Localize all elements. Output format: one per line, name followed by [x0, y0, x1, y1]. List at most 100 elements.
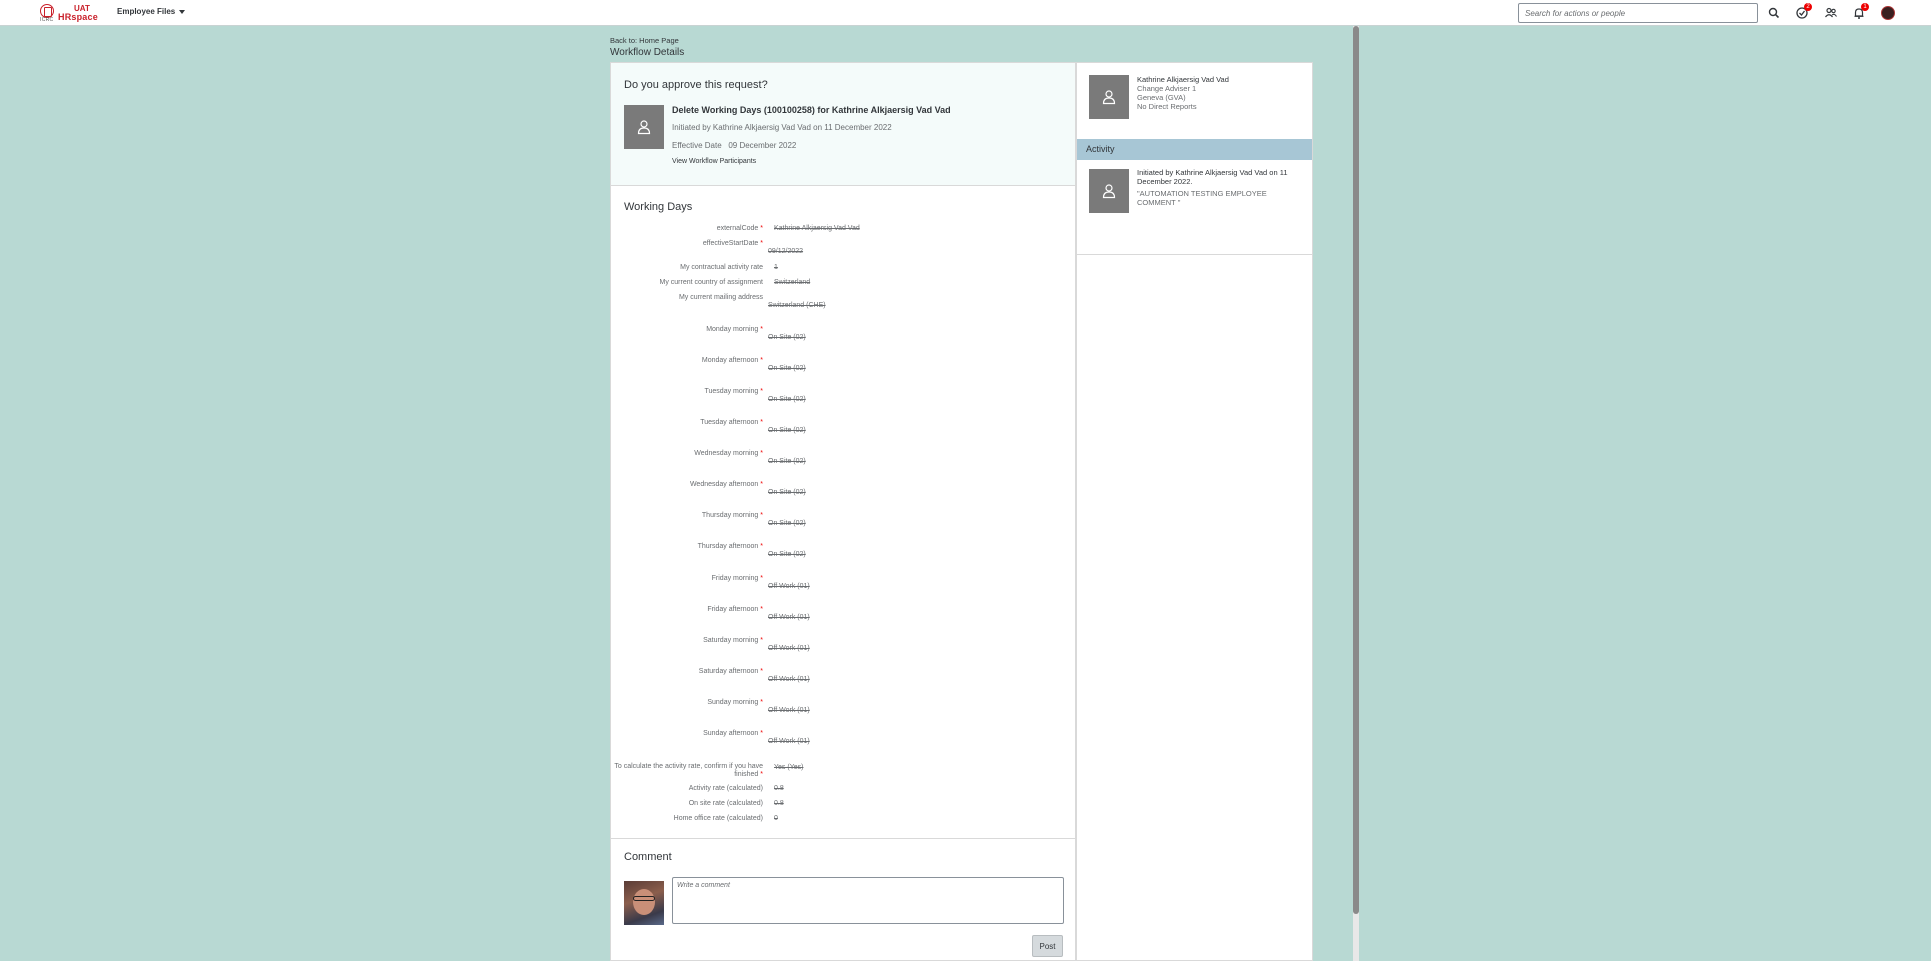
- field-label: Saturday morning *: [703, 637, 763, 644]
- required-marker: *: [758, 637, 763, 644]
- field-value-deleted: On Site (02): [768, 396, 806, 403]
- required-marker: *: [758, 240, 763, 247]
- field-value-deleted: 1: [774, 264, 778, 271]
- notifications-badge: 1: [1861, 3, 1869, 11]
- people-icon: [1825, 7, 1837, 18]
- field-label: Tuesday morning *: [705, 388, 764, 395]
- back-to-home-link[interactable]: Back to: Home Page: [610, 36, 679, 45]
- field-label: Friday afternoon *: [707, 606, 763, 613]
- subject-card[interactable]: Kathrine Alkjaersig Vad Vad Change Advis…: [1077, 63, 1312, 139]
- view-workflow-participants-link[interactable]: View Workflow Participants: [672, 158, 756, 165]
- field-value-deleted: Kathrine Alkjaersig Vad Vad: [774, 225, 860, 232]
- field-label: Sunday afternoon *: [703, 730, 763, 737]
- field-label-text: My current country of assignment: [659, 279, 764, 286]
- avatar-glasses: [633, 896, 655, 901]
- comment-section: Comment Post: [611, 839, 1075, 961]
- post-button[interactable]: Post: [1032, 935, 1063, 957]
- field-value-deleted: On Site (02): [768, 334, 806, 341]
- field-label: Wednesday afternoon *: [690, 481, 763, 488]
- comment-input[interactable]: [672, 877, 1064, 924]
- field-label: Monday afternoon *: [702, 357, 763, 364]
- field-value-deleted: Switzerland (CHE): [768, 302, 826, 309]
- avatar-face: [633, 889, 655, 915]
- field-value-deleted: Off Work (01): [768, 707, 810, 714]
- effective-date-label: Effective Date: [672, 141, 722, 150]
- field-label-text: To calculate the activity rate, confirm …: [614, 763, 763, 778]
- field-label: Tuesday afternoon *: [700, 419, 763, 426]
- comment-heading: Comment: [624, 851, 672, 863]
- required-marker: *: [758, 388, 763, 395]
- field-value-deleted: 0.8: [774, 785, 784, 792]
- field-label-text: Tuesday morning: [704, 388, 759, 395]
- required-marker: *: [758, 450, 763, 457]
- field-label-text: Thursday morning: [701, 512, 759, 519]
- activity-heading: Activity: [1077, 139, 1312, 160]
- field-label-text: Friday morning: [711, 575, 759, 582]
- field-value-deleted: Off Work (01): [768, 738, 810, 745]
- field-label: Wednesday morning *: [694, 450, 763, 457]
- effective-date-value: 09 December 2022: [728, 141, 797, 150]
- field-label-text: Activity rate (calculated): [688, 785, 763, 792]
- field-label-text: Wednesday morning: [694, 450, 759, 457]
- field-label-text: effectiveStartDate: [702, 240, 759, 247]
- icrc-emblem-icon: [40, 4, 54, 18]
- field-label: My current country of assignment: [660, 279, 764, 286]
- field-value-deleted: Off Work (01): [768, 645, 810, 652]
- subject-location: Geneva (GVA): [1137, 93, 1186, 102]
- field-value-deleted: Yes (Yes): [774, 764, 804, 771]
- subject-avatar: [624, 105, 664, 149]
- field-value-deleted: 0: [774, 815, 778, 822]
- field-label: Thursday afternoon *: [698, 543, 763, 550]
- subject-card-avatar: [1089, 75, 1129, 119]
- field-label-text: Monday morning: [706, 326, 759, 333]
- field-label-text: Tuesday afternoon: [700, 419, 759, 426]
- field-label-text: Saturday afternoon: [698, 668, 759, 675]
- subject-role: Change Adviser 1: [1137, 84, 1197, 93]
- field-label-text: Sunday afternoon: [703, 730, 759, 737]
- field-label: Thursday morning *: [702, 512, 763, 519]
- activity-item: Initiated by Kathrine Alkjaersig Vad Vad…: [1077, 160, 1312, 255]
- required-marker: *: [758, 771, 763, 778]
- required-marker: *: [758, 419, 763, 426]
- commenter-avatar: [624, 881, 664, 925]
- approval-section: Do you approve this request? Delete Work…: [611, 63, 1075, 186]
- page-title: Workflow Details: [610, 47, 685, 58]
- caret-down-icon: [179, 9, 186, 14]
- field-label-text: externalCode: [716, 225, 759, 232]
- person-placeholder-icon: [637, 120, 651, 135]
- required-marker: *: [758, 326, 763, 333]
- notifications-button[interactable]: 1: [1852, 3, 1869, 20]
- required-marker: *: [758, 606, 763, 613]
- required-marker: *: [758, 225, 763, 232]
- required-marker: *: [758, 543, 763, 550]
- field-value-deleted: On Site (02): [768, 458, 806, 465]
- field-label: My contractual activity rate: [680, 264, 763, 271]
- field-label: Activity rate (calculated): [689, 785, 763, 792]
- required-marker: *: [758, 668, 763, 675]
- logo-app-text: HRspace: [58, 12, 98, 22]
- request-title: Delete Working Days (100100258) for Kath…: [672, 105, 951, 115]
- field-label: On site rate (calculated): [689, 800, 763, 807]
- global-search-input[interactable]: [1518, 3, 1758, 23]
- module-menu-button[interactable]: Employee Files: [117, 7, 186, 16]
- field-label: externalCode *: [717, 225, 763, 232]
- field-label-text: Thursday afternoon: [697, 543, 759, 550]
- page-scrollbar-thumb[interactable]: [1353, 26, 1359, 914]
- search-button[interactable]: [1767, 6, 1781, 20]
- field-label: Home office rate (calculated): [674, 815, 763, 822]
- required-marker: *: [758, 575, 763, 582]
- field-value-deleted: Switzerland: [774, 279, 811, 286]
- subject-name: Kathrine Alkjaersig Vad Vad: [1137, 75, 1229, 84]
- logo-org-text: ICRC: [40, 17, 54, 23]
- field-label-text: My current mailing address: [678, 294, 763, 301]
- working-days-heading: Working Days: [624, 201, 693, 213]
- activity-comment: "AUTOMATION TESTING EMPLOYEE COMMENT ": [1137, 189, 1267, 207]
- field-value-deleted: On Site (02): [768, 520, 806, 527]
- approvals-button[interactable]: 2: [1795, 3, 1812, 20]
- shell-bar: ICRC UAT HRspace Employee Files 2 1: [0, 0, 1931, 26]
- field-label: Saturday afternoon *: [699, 668, 763, 675]
- user-avatar-button[interactable]: [1881, 6, 1895, 20]
- field-label: Monday morning *: [706, 326, 763, 333]
- field-label-text: Saturday morning: [703, 637, 759, 644]
- people-button[interactable]: [1824, 6, 1838, 20]
